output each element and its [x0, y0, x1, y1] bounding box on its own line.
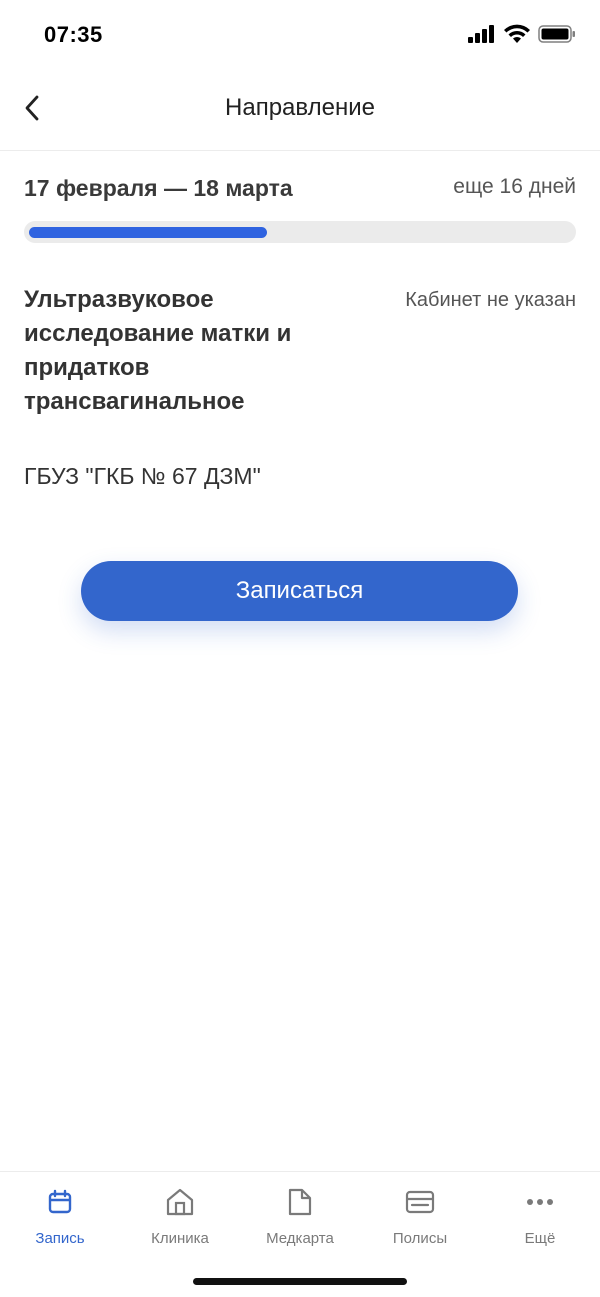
tab-label: Запись: [35, 1230, 85, 1247]
clinic-name: ГБУЗ "ГКБ № 67 ДЗМ": [24, 463, 261, 489]
document-icon: [284, 1186, 316, 1218]
battery-icon: [538, 24, 576, 48]
status-time: 07:35: [44, 22, 103, 47]
period-dates: 17 февраля — 18 марта: [24, 175, 293, 201]
calendar-icon: [44, 1186, 76, 1218]
tab-label: Полисы: [392, 1230, 448, 1247]
tab-label: Ещё: [524, 1230, 556, 1247]
room-info: Кабинет не указан: [405, 289, 576, 311]
tab-clinic[interactable]: Клиника: [120, 1186, 240, 1256]
referral-details: 17 февраля — 18 марта еще 16 дней Ультра…: [24, 151, 576, 489]
period-row: 17 февраля — 18 марта еще 16 дней: [24, 151, 576, 221]
tab-appointment[interactable]: Запись: [0, 1186, 120, 1256]
status-icons: [468, 24, 576, 48]
tab-medcard[interactable]: Медкарта: [240, 1186, 360, 1256]
service-name: Ультразвуковое исследование матки и прид…: [24, 286, 292, 415]
service-row: Ультразвуковое исследование матки и прид…: [24, 283, 576, 433]
more-icon: [524, 1186, 556, 1218]
page-title: Направление: [225, 94, 375, 121]
tab-label: Клиника: [151, 1230, 209, 1247]
status-bar: 07:35: [0, 0, 600, 70]
clinic-icon: [164, 1186, 196, 1218]
period-progress-bar: [24, 221, 576, 243]
period-progress-fill: [29, 227, 267, 238]
home-indicator[interactable]: [193, 1278, 407, 1285]
days-remaining: еще 16 дней: [453, 175, 576, 198]
navigation-header: Направление: [0, 70, 600, 151]
book-appointment-button[interactable]: Записаться: [81, 561, 518, 621]
card-icon: [404, 1186, 436, 1218]
tab-policies[interactable]: Полисы: [360, 1186, 480, 1256]
cellular-signal-icon: [468, 24, 496, 48]
referral-screen: 07:35 Направление 17 февраля — 18 марта …: [0, 0, 600, 1297]
wifi-icon: [504, 24, 530, 48]
tab-more[interactable]: Ещё: [480, 1186, 600, 1256]
tab-label: Медкарта: [266, 1230, 334, 1247]
